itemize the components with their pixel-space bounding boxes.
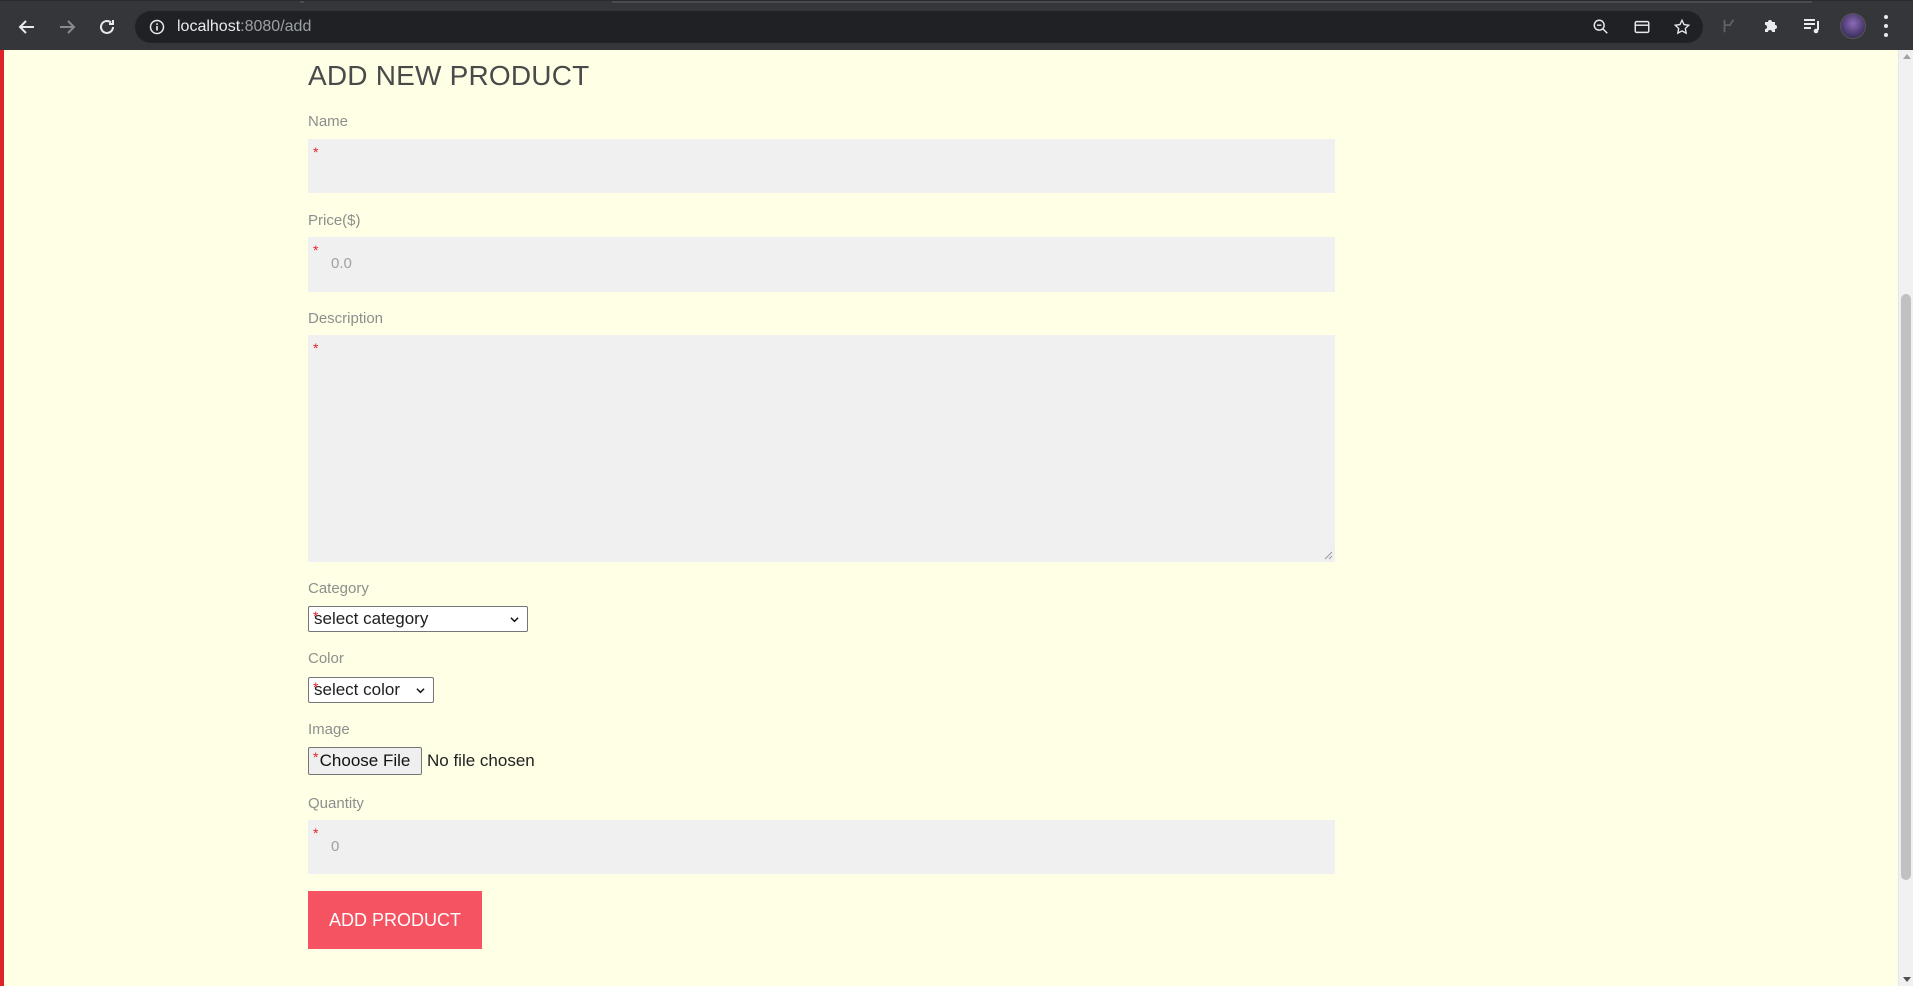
chevron-down-icon bbox=[416, 688, 425, 694]
description-label: Description bbox=[308, 310, 384, 327]
file-status: No file chosen bbox=[427, 751, 535, 770]
arrow-left-icon bbox=[18, 20, 34, 34]
chevron-down-icon bbox=[510, 617, 519, 623]
name-label: Name bbox=[308, 113, 349, 130]
required-marker: * bbox=[313, 608, 319, 624]
tab-strip-edge bbox=[612, 1, 1812, 3]
info-icon[interactable] bbox=[149, 19, 165, 35]
required-marker: * bbox=[313, 679, 319, 695]
price-placeholder: 0.0 bbox=[331, 255, 352, 272]
url-text[interactable]: localhost:8080/add bbox=[177, 18, 311, 36]
page-viewport: ADD NEW PRODUCT Name * Price($) * 0.0 De… bbox=[0, 50, 1913, 986]
browser-menu-button[interactable] bbox=[1882, 15, 1890, 37]
quantity-input[interactable]: * 0 bbox=[308, 820, 1335, 874]
quantity-placeholder: 0 bbox=[331, 838, 340, 855]
puzzle-icon[interactable] bbox=[1760, 15, 1782, 37]
price-label: Price($) bbox=[308, 212, 361, 229]
scroll-down-icon[interactable] bbox=[1903, 977, 1911, 982]
reader-mode-icon[interactable] bbox=[1632, 17, 1652, 37]
name-input[interactable]: * bbox=[308, 139, 1335, 193]
required-marker: * bbox=[313, 242, 319, 258]
media-queue-icon[interactable] bbox=[1801, 15, 1823, 37]
required-marker: * bbox=[313, 340, 319, 356]
quantity-label: Quantity bbox=[308, 795, 364, 812]
required-marker: * bbox=[313, 825, 319, 841]
choose-file-button[interactable]: * Choose File bbox=[308, 747, 422, 775]
reload-button[interactable] bbox=[93, 13, 121, 41]
description-textarea[interactable]: * bbox=[308, 335, 1335, 562]
choose-file-label: Choose File bbox=[319, 751, 411, 770]
resize-grip-icon[interactable] bbox=[1323, 550, 1333, 560]
price-input[interactable]: * 0.0 bbox=[308, 237, 1335, 292]
scrollbar-thumb[interactable] bbox=[1901, 294, 1911, 880]
color-label: Color bbox=[308, 650, 344, 667]
profile-avatar[interactable] bbox=[1840, 13, 1866, 39]
browser-toolbar: localhost:8080/add bbox=[0, 0, 1913, 50]
category-selected: select category bbox=[314, 609, 429, 628]
arrow-right-icon bbox=[60, 20, 76, 34]
page-scrollbar[interactable] bbox=[1898, 50, 1913, 986]
color-selected: select color bbox=[314, 680, 400, 699]
category-select[interactable]: * select category bbox=[308, 606, 528, 632]
reload-icon bbox=[100, 19, 114, 34]
url-host: localhost bbox=[177, 18, 241, 35]
extension-icon[interactable] bbox=[1718, 15, 1740, 37]
color-select[interactable]: * select color bbox=[308, 677, 434, 703]
forward-button[interactable] bbox=[53, 13, 81, 41]
star-icon[interactable] bbox=[1672, 17, 1692, 37]
category-label: Category bbox=[308, 580, 369, 597]
left-edge-bar bbox=[0, 50, 4, 986]
zoom-out-icon[interactable] bbox=[1591, 17, 1611, 37]
back-button[interactable] bbox=[13, 13, 41, 41]
image-label: Image bbox=[308, 721, 350, 738]
add-product-button[interactable]: ADD PRODUCT bbox=[308, 891, 482, 949]
url-path: :8080/add bbox=[240, 18, 312, 35]
tab-edge bbox=[300, 1, 304, 3]
address-bar[interactable]: localhost:8080/add bbox=[135, 11, 1703, 43]
page-title: ADD NEW PRODUCT bbox=[308, 60, 590, 91]
scroll-up-icon[interactable] bbox=[1903, 54, 1911, 59]
required-marker: * bbox=[313, 144, 319, 160]
required-marker: * bbox=[313, 749, 319, 765]
